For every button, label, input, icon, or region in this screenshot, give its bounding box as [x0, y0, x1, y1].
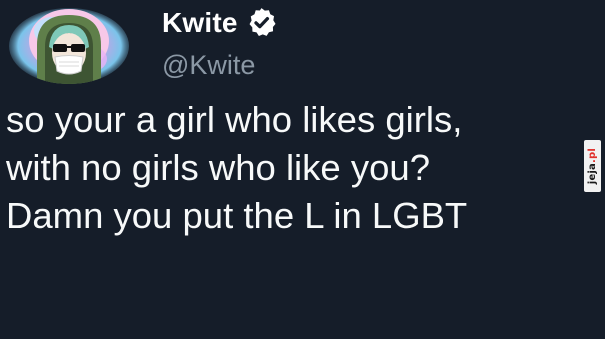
- watermark-domain: .pl: [587, 147, 598, 163]
- verified-badge-icon: [245, 6, 278, 39]
- avatar[interactable]: [7, 7, 132, 85]
- tweet-text-line-3: Damn you put the L in LGBT: [6, 195, 468, 236]
- avatar-image: [9, 8, 129, 84]
- watermark-text: jeja.pl: [587, 148, 598, 184]
- tweet-text: so your a girl who likes girls, with no …: [6, 96, 581, 240]
- watermark-brand: jeja: [587, 162, 598, 185]
- tweet-text-line-1: so your a girl who likes girls,: [6, 99, 463, 140]
- tweet-text-line-2: with no girls who like you?: [6, 147, 431, 188]
- watermark-logo: jeja.pl: [584, 140, 601, 192]
- author-name-row[interactable]: Kwite: [162, 6, 278, 39]
- user-handle[interactable]: @Kwite: [162, 52, 255, 79]
- display-name[interactable]: Kwite: [162, 8, 238, 37]
- tweet-card: Kwite @Kwite so your a girl who likes gi…: [0, 0, 605, 339]
